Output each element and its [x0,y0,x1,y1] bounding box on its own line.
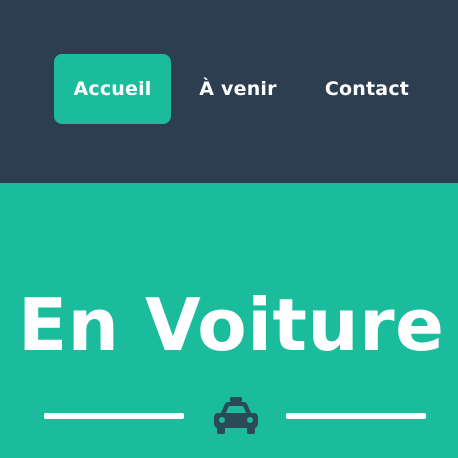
navbar: Accueil À venir Contact [0,0,458,183]
hero-title: En Voiture [18,283,445,367]
taxi-icon [214,397,258,434]
nav-item-a-venir[interactable]: À venir [186,54,290,124]
divider-line-right [286,413,426,419]
nav-item-accueil[interactable]: Accueil [54,54,171,124]
page: Accueil À venir Contact En Voiture [0,0,458,458]
nav-item-contact[interactable]: Contact [306,54,428,124]
hero-section: En Voiture [0,183,458,458]
divider-line-left [44,413,184,419]
